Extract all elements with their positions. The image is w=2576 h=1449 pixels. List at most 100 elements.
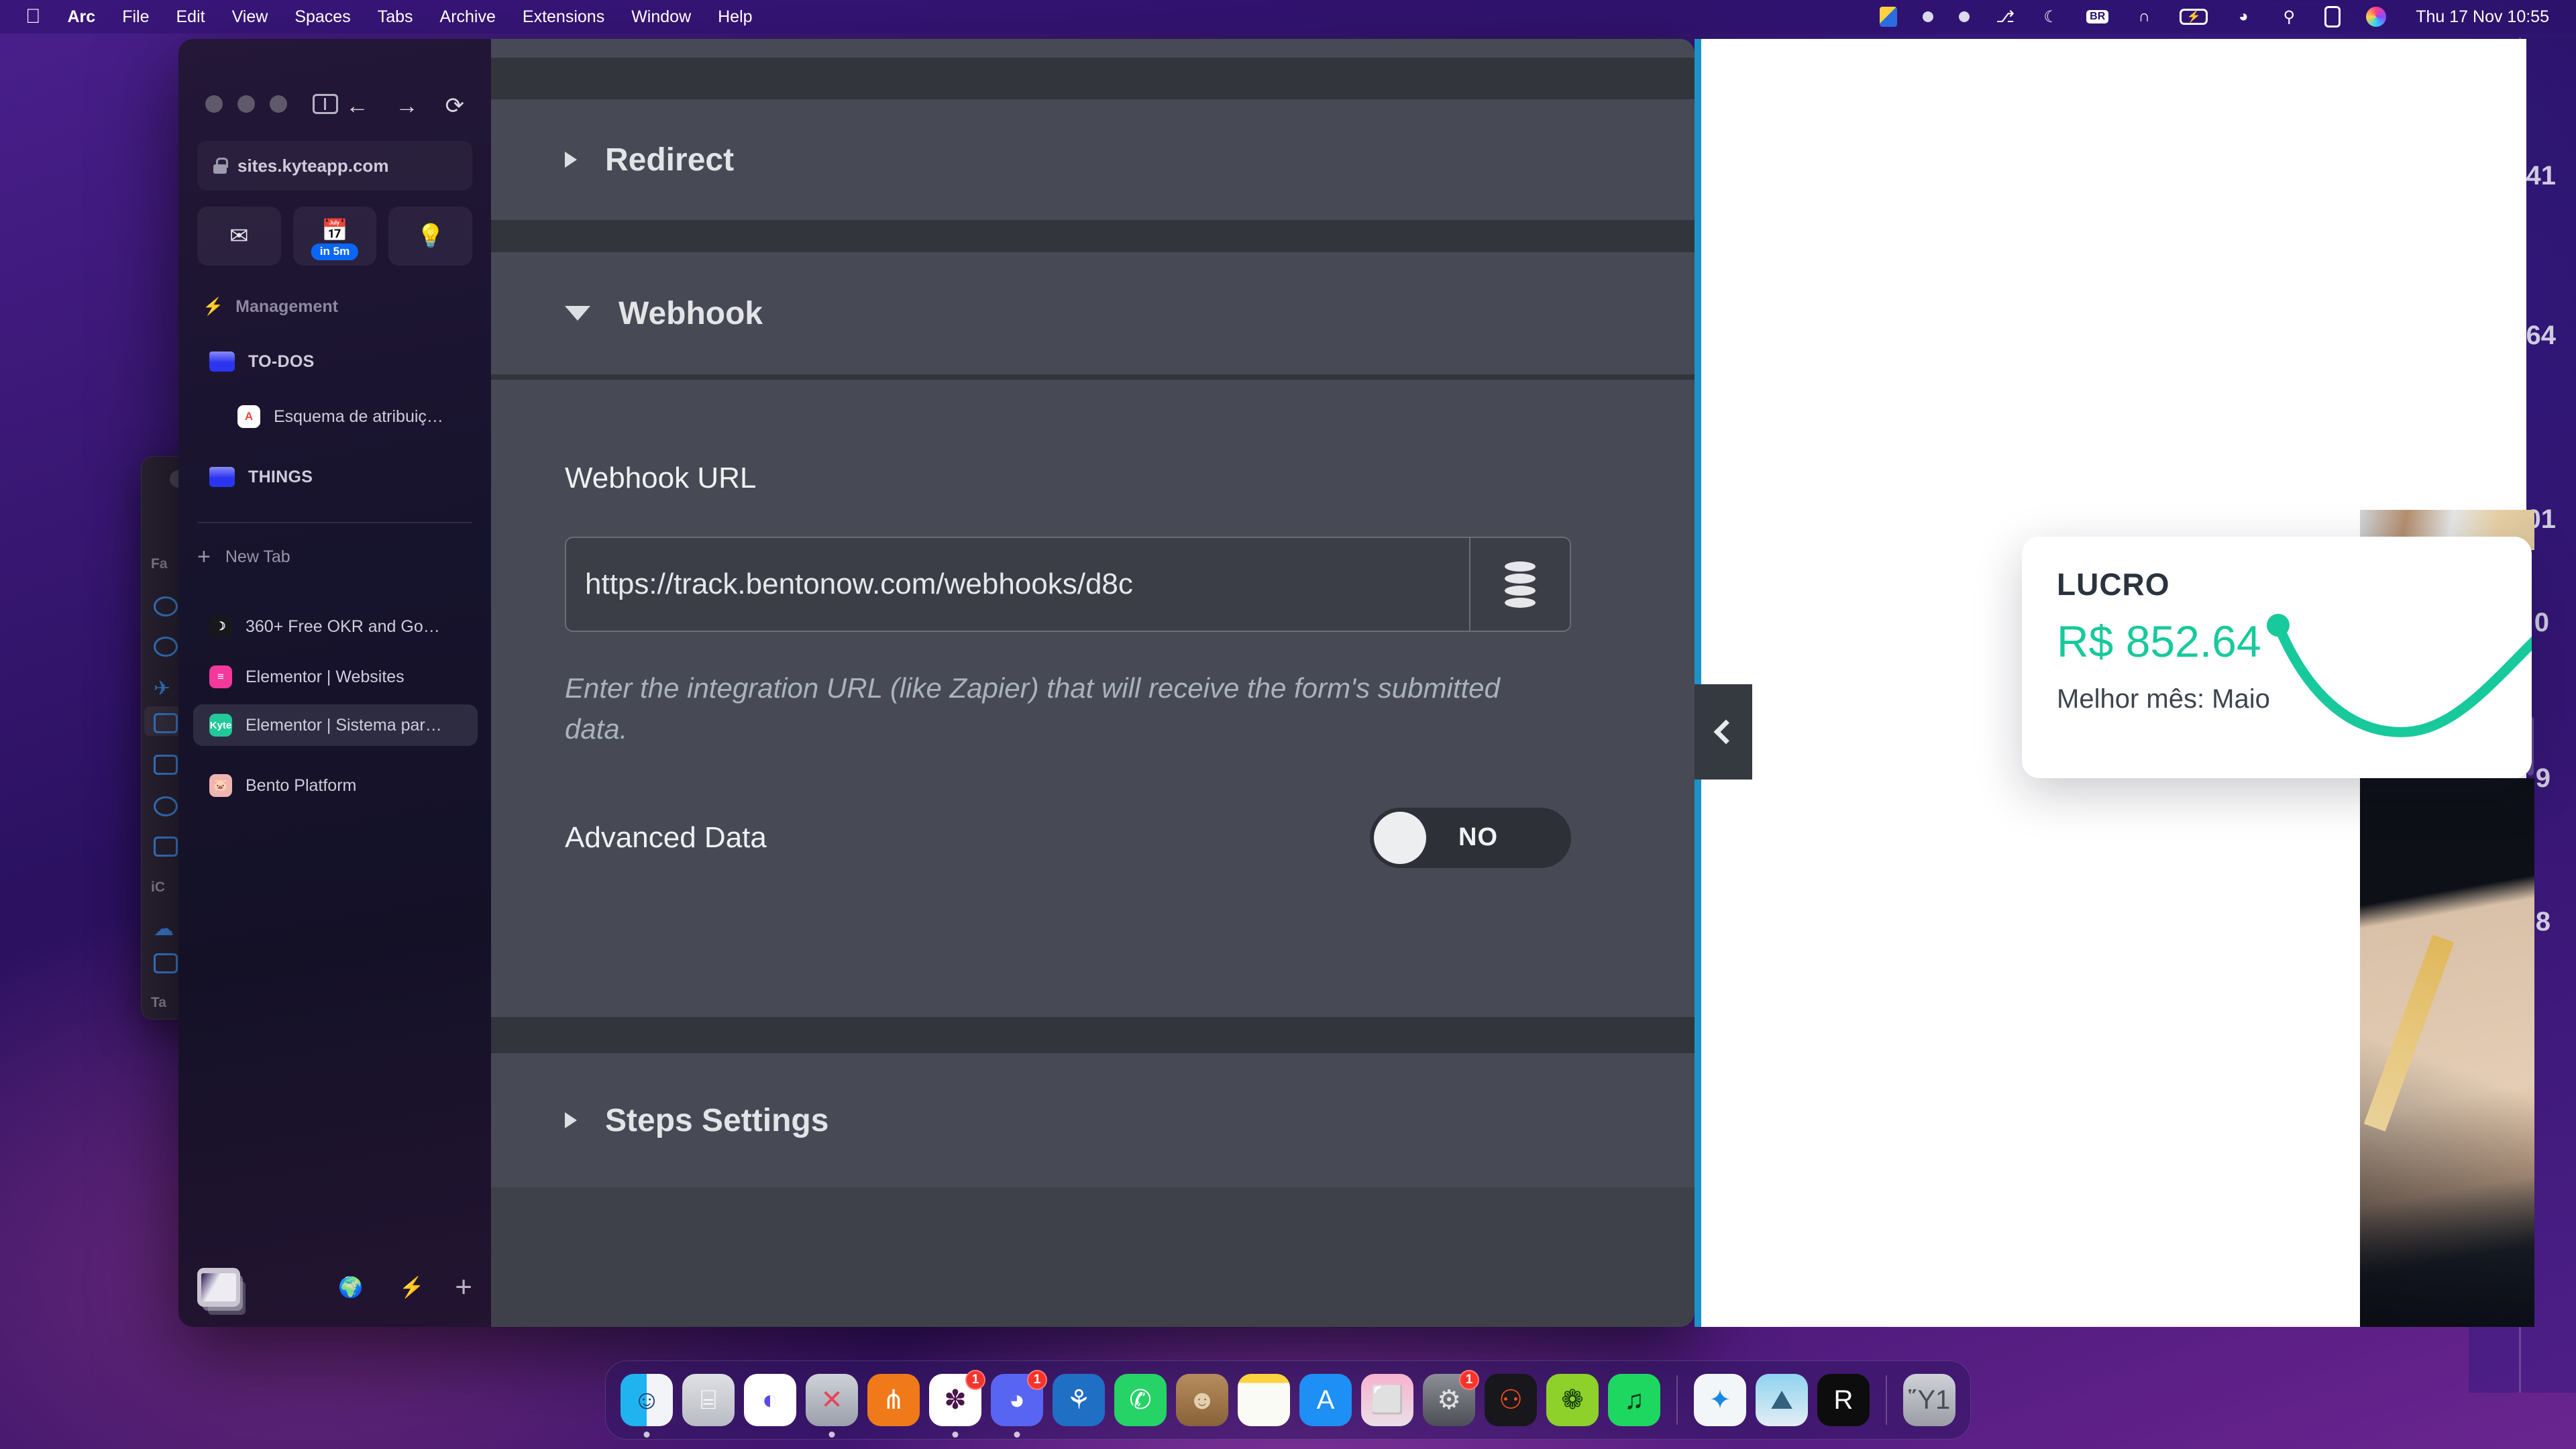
shortcut-icon[interactable]: ❁	[1546, 1374, 1599, 1426]
preview-collapse-button[interactable]	[1695, 684, 1752, 780]
menu-item-tabs[interactable]: Tabs	[378, 7, 413, 27]
webhook-url-variables-button[interactable]	[1469, 538, 1570, 631]
wifi-icon[interactable]: ◕	[2233, 7, 2253, 27]
ghost-number-2: 64	[2526, 321, 2557, 350]
new-tab-plus-icon[interactable]: +	[455, 1271, 472, 1304]
figma-icon[interactable]: ⚇	[1485, 1374, 1537, 1426]
new-tab-button[interactable]: + New Tab	[197, 545, 290, 568]
dock-icon-glyph: Ὕ1	[1908, 1385, 1951, 1415]
sidebar-folder-todos[interactable]: TO-DOS	[193, 341, 478, 382]
spotlight-search-icon[interactable]: ⚲	[2279, 7, 2299, 27]
window-preview-button[interactable]	[197, 1268, 240, 1307]
dock-icon-glyph: ♫	[1624, 1385, 1644, 1415]
minimize-window-button[interactable]	[237, 95, 255, 113]
contacts-icon[interactable]: ☻	[1176, 1374, 1228, 1426]
maximize-window-button[interactable]	[270, 95, 287, 113]
battery-charging-icon[interactable]: ⚡	[2180, 9, 2208, 25]
status-dot-2-icon[interactable]	[1959, 11, 1970, 22]
headphones-icon[interactable]: ∩	[2134, 7, 2154, 27]
arrow-right-icon[interactable]: →	[396, 93, 419, 119]
system-settings-icon[interactable]: ⚙ 1	[1423, 1370, 1479, 1426]
menu-item-arc[interactable]: Arc	[68, 7, 96, 27]
status-dot-icon[interactable]	[1923, 11, 1934, 22]
address-bar[interactable]: sites.kyteapp.com	[197, 141, 472, 191]
control-center-icon[interactable]	[2324, 6, 2341, 28]
dock-icon-glyph: ◐	[761, 1385, 779, 1415]
content-gap-3	[491, 1017, 1695, 1053]
menu-item-file[interactable]: File	[122, 7, 149, 27]
dock-badge: 1	[1027, 1370, 1047, 1390]
tab-elementor-websites[interactable]: ≡ Elementor | Websites	[193, 656, 478, 698]
siri-icon[interactable]	[2366, 7, 2387, 27]
whatsapp-icon[interactable]: ✆	[1114, 1374, 1167, 1426]
menu-item-help[interactable]: Help	[718, 7, 752, 27]
menu-item-spaces[interactable]: Spaces	[294, 7, 350, 27]
section-header-redirect[interactable]: Redirect	[491, 99, 1695, 220]
menu-item-archive[interactable]: Archive	[440, 7, 496, 27]
dock-icon-glyph: ☺	[633, 1385, 661, 1415]
spaces-planet-icon[interactable]: 🌍	[338, 1276, 363, 1299]
menubar-clock[interactable]: Thu 17 Nov 10:55	[2416, 7, 2549, 27]
applications-icon[interactable]: ✈	[154, 677, 178, 700]
section-header-steps-settings[interactable]: Steps Settings	[491, 1053, 1695, 1187]
downloads-icon[interactable]	[154, 755, 178, 775]
bluetooth-icon[interactable]: ⎇	[1995, 7, 2015, 27]
miro-icon[interactable]: ⋔	[867, 1374, 920, 1426]
advanced-data-toggle[interactable]: NO	[1370, 807, 1571, 868]
trash-icon[interactable]: Ὕ1	[1903, 1374, 1955, 1426]
shared-folder-icon[interactable]	[154, 953, 178, 973]
affinity-icon[interactable]: ✕	[806, 1374, 858, 1438]
dock-icon-glyph: R	[1833, 1385, 1854, 1415]
sidebar-item-esquema[interactable]: A Esquema de atribuiç…	[193, 396, 478, 437]
menu-item-extensions[interactable]: Extensions	[523, 7, 604, 27]
close-window-button[interactable]	[205, 95, 223, 113]
sidebar-folder-things[interactable]: THINGS	[193, 456, 478, 498]
reef-icon[interactable]: ⚘	[1053, 1374, 1105, 1426]
tab-okr-goals[interactable]: ☽ 360+ Free OKR and Go…	[193, 606, 478, 647]
input-language-icon[interactable]: BR	[2086, 10, 2109, 23]
mail-tile[interactable]: ✉	[197, 207, 281, 266]
ideas-tile[interactable]: 💡	[388, 207, 473, 266]
safari-icon[interactable]: ✦	[1694, 1374, 1746, 1426]
notes-icon[interactable]	[1238, 1374, 1290, 1426]
documents-icon[interactable]	[154, 837, 178, 857]
r-app-icon[interactable]: R	[1817, 1374, 1870, 1426]
launchpad-icon[interactable]: ⌸	[682, 1374, 735, 1426]
sidebar-toggle-icon[interactable]	[313, 94, 338, 114]
spotify-icon[interactable]: ♫	[1608, 1374, 1660, 1426]
calendar-tile[interactable]: 📅 in 5m	[292, 207, 377, 266]
arc-browser-icon[interactable]: ◐	[744, 1374, 796, 1426]
slack-icon[interactable]: ✽ 1	[929, 1370, 985, 1438]
space-header[interactable]: ⚡ Management	[203, 297, 338, 317]
advanced-data-label: Advanced Data	[565, 820, 767, 854]
webhook-url-field[interactable]	[565, 537, 1571, 632]
dock-icon-glyph: ⛰	[1770, 1385, 1793, 1415]
apple-logo-icon[interactable]: 	[25, 7, 41, 27]
clock-icon[interactable]	[154, 796, 178, 816]
webhook-url-input[interactable]	[566, 538, 1469, 631]
desktop-icon[interactable]	[154, 713, 178, 733]
screen-share-icon[interactable]	[1880, 7, 1898, 27]
icloud-drive-icon[interactable]: ☁	[154, 917, 178, 940]
do-not-disturb-moon-icon[interactable]: ☾	[2041, 7, 2061, 27]
arrow-left-icon[interactable]: ←	[346, 93, 369, 119]
discord-icon[interactable]: ◕ 1	[991, 1370, 1047, 1438]
preview-image-icon[interactable]: ⛰	[1756, 1374, 1808, 1426]
menu-item-edit[interactable]: Edit	[176, 7, 205, 27]
tab-elementor-sistema[interactable]: Kyte Elementor | Sistema par…	[193, 704, 478, 746]
recents-icon[interactable]	[154, 637, 178, 657]
dock-icon-glyph: ✆	[1129, 1385, 1152, 1415]
menu-item-view[interactable]: View	[232, 7, 268, 27]
window-traffic-lights[interactable]	[205, 94, 338, 114]
reload-icon[interactable]: ⟳	[445, 93, 465, 119]
finder-icon[interactable]: ☺	[621, 1374, 673, 1438]
app-store-icon[interactable]: A	[1299, 1374, 1352, 1426]
self-service-icon[interactable]: ⬜	[1361, 1374, 1413, 1426]
airdrop-icon[interactable]	[154, 596, 178, 616]
content-gap-1	[491, 220, 1695, 252]
tab-bento-platform[interactable]: 🐷 Bento Platform	[193, 765, 478, 806]
boosts-bolt-icon[interactable]: ⚡	[399, 1276, 424, 1299]
chevron-left-icon	[1713, 719, 1739, 745]
section-header-webhook[interactable]: Webhook	[491, 252, 1695, 374]
menu-item-window[interactable]: Window	[631, 7, 691, 27]
